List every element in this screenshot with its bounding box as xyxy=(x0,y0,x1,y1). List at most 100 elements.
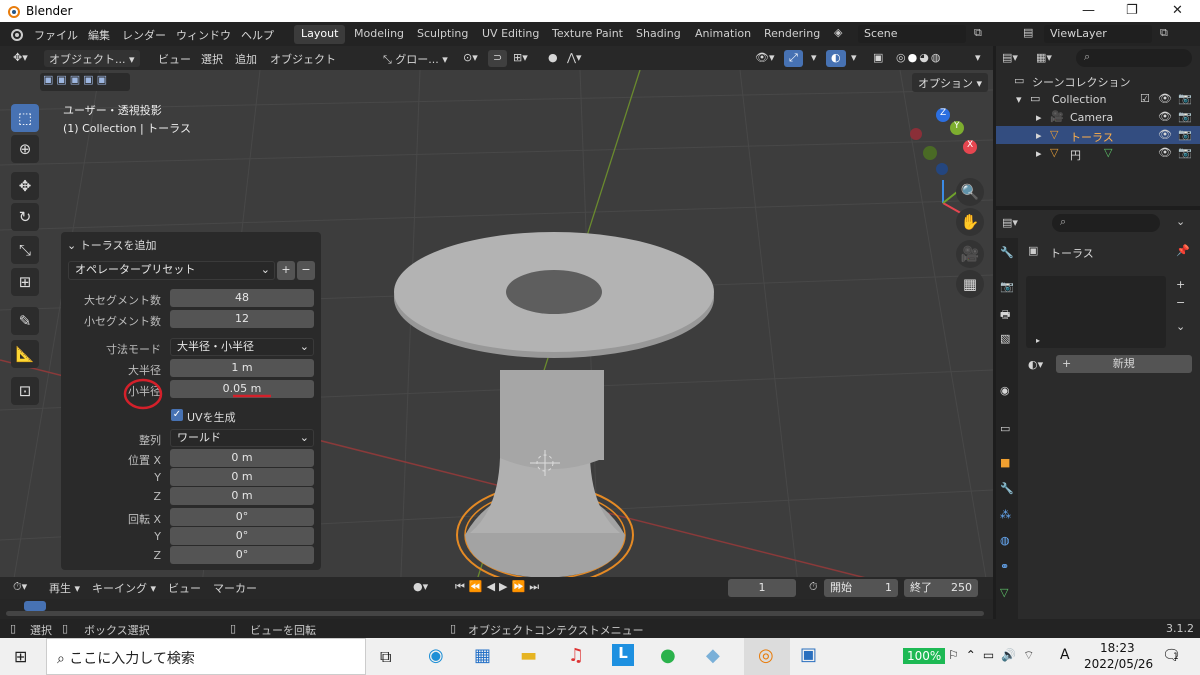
pin-icon[interactable]: 📌 xyxy=(1176,244,1190,257)
location-x-field[interactable]: 0 m xyxy=(170,449,314,467)
perspective-toggle-icon[interactable]: ▦ xyxy=(956,270,984,298)
render-tab-icon[interactable]: 📷 xyxy=(1000,280,1014,293)
world-tab-icon[interactable]: ◉ xyxy=(1000,384,1010,397)
eye-icon[interactable]: 👁 xyxy=(1158,92,1172,105)
start-frame-field[interactable]: 開始 1 xyxy=(824,579,898,597)
menu-help[interactable]: ヘルプ xyxy=(241,27,274,43)
store-icon[interactable]: ▦ xyxy=(474,645,491,666)
new-view-layer-icon[interactable]: ⧉ xyxy=(1160,26,1168,40)
timeline-editor-icon[interactable]: ⏱▾ xyxy=(8,579,32,596)
tab-animation[interactable]: Animation xyxy=(688,25,758,44)
outliner-editor-icon[interactable]: ▤▾ xyxy=(1002,51,1018,64)
select-mode-buttons[interactable]: ▣▣▣▣▣ xyxy=(40,73,130,91)
playback-menu[interactable]: 再生 ▾ xyxy=(44,579,85,596)
generate-uv-checkbox[interactable]: ✓ xyxy=(171,409,183,421)
itunes-icon[interactable]: ♫ xyxy=(568,645,584,666)
snap-target-icon[interactable]: ⊞▾ xyxy=(508,50,533,67)
eye-icon[interactable]: 👁 xyxy=(1158,146,1172,159)
task-view-icon[interactable]: ⧉ xyxy=(380,647,391,667)
minimize-button[interactable]: — xyxy=(1082,3,1095,18)
tray-icons[interactable]: ⚐⌃▭🔊⌔ xyxy=(948,648,1041,663)
rotation-z-field[interactable]: 0° xyxy=(170,546,314,564)
outliner-row-circle[interactable]: ▸ ▽ 円 ▽ 👁 📷 xyxy=(996,144,1200,162)
tab-layout[interactable]: Layout xyxy=(294,25,346,44)
camera-render-icon[interactable]: 📷 xyxy=(1178,92,1192,105)
close-button[interactable]: ✕ xyxy=(1172,3,1183,18)
camera-view-icon[interactable]: 🎥 xyxy=(956,240,984,268)
menu-view[interactable]: ビュー xyxy=(153,50,196,67)
transform-tool-icon[interactable]: ⊞ xyxy=(11,268,39,296)
blender-taskbar-button[interactable]: ◎ xyxy=(744,638,790,675)
proportional-edit-icon[interactable]: ● xyxy=(543,50,563,67)
tab-texture-paint[interactable]: Texture Paint xyxy=(545,25,630,44)
tab-shading[interactable]: Shading xyxy=(629,25,688,44)
edge-icon[interactable]: ◉ xyxy=(428,645,444,666)
outliner-row-collection[interactable]: ▾ ▭ Collection ☑ 👁 📷 xyxy=(996,90,1200,108)
display-mode-icon[interactable]: ▦▾ xyxy=(1036,51,1052,64)
snap-toggle-icon[interactable]: ⊃ xyxy=(488,50,508,67)
xray-icon[interactable]: ▣ xyxy=(868,50,888,67)
visibility-icon[interactable]: 👁▾ xyxy=(750,50,780,67)
location-y-field[interactable]: 0 m xyxy=(170,468,314,486)
dimension-mode-dropdown[interactable]: 大半径・小半径 ⌄ xyxy=(170,338,314,356)
new-scene-icon[interactable]: ⧉ xyxy=(974,26,982,40)
record-icon[interactable]: ●▾ xyxy=(408,579,433,596)
shading-dropdown-icon[interactable]: ▾ xyxy=(970,50,986,67)
scale-tool-icon[interactable]: ⤡ xyxy=(11,236,39,264)
menu-object[interactable]: オブジェクト xyxy=(265,50,341,67)
current-frame-field[interactable]: 1 xyxy=(728,579,796,597)
menu-render[interactable]: レンダー xyxy=(122,27,166,43)
expand-icon[interactable]: ▸ xyxy=(1036,111,1042,124)
camera-render-icon[interactable]: 📷 xyxy=(1178,110,1192,123)
outliner-search-input[interactable]: ⌕ xyxy=(1076,49,1192,67)
playhead[interactable] xyxy=(24,601,46,611)
panel-title[interactable]: ⌄ トーラスを追加 xyxy=(67,237,157,253)
overlay-dropdown-icon[interactable]: ▾ xyxy=(846,50,862,67)
expand-icon[interactable]: ▸ xyxy=(1036,129,1042,142)
marker-menu[interactable]: マーカー xyxy=(208,579,262,596)
camera-render-icon[interactable]: 📷 xyxy=(1178,146,1192,159)
scene-field[interactable]: Scene xyxy=(858,25,966,43)
tab-modeling[interactable]: Modeling xyxy=(347,25,411,44)
tab-uv-editing[interactable]: UV Editing xyxy=(475,25,546,44)
pan-hand-icon[interactable]: ✋ xyxy=(956,208,984,236)
move-tool-icon[interactable]: ✥ xyxy=(11,172,39,200)
physics-tab-icon[interactable]: ◍ xyxy=(1000,534,1010,547)
cursor-tool-icon[interactable]: ⊕ xyxy=(11,135,39,163)
properties-search-input[interactable]: ⌕ xyxy=(1052,214,1160,232)
menu-select[interactable]: 選択 xyxy=(196,50,228,67)
view-layer-field[interactable]: ViewLayer xyxy=(1044,25,1152,43)
slot-remove-icon[interactable]: − xyxy=(1176,296,1185,309)
operator-preset-dropdown[interactable]: オペレータープリセット ⌄ xyxy=(68,261,275,280)
new-material-button[interactable]: + 新規 xyxy=(1056,355,1192,373)
taskbar-search-input[interactable]: ⌕ ここに入力して検索 xyxy=(46,638,366,675)
menu-window[interactable]: ウィンドウ xyxy=(176,27,231,43)
editor-type-icon[interactable]: ✥▾ xyxy=(8,50,33,67)
shading-mode-icons[interactable]: ◎●◕◍ xyxy=(891,50,947,67)
tab-rendering[interactable]: Rendering xyxy=(757,25,827,44)
tool-tab-icon[interactable]: 🔧 xyxy=(1000,246,1014,259)
align-dropdown[interactable]: ワールド ⌄ xyxy=(170,429,314,447)
material-browse-icon[interactable]: ◐▾ xyxy=(1028,358,1043,371)
preset-add-button[interactable]: + xyxy=(277,261,295,280)
modifier-tab-icon[interactable]: 🔧 xyxy=(1000,482,1014,495)
launcher-l-icon[interactable]: L xyxy=(612,644,634,666)
outliner-row-torus[interactable]: ▸ ▽ トーラス 👁 📷 xyxy=(996,126,1200,144)
windows-start-icon[interactable]: ⊞ xyxy=(14,647,27,666)
gizmo-toggle-icon[interactable]: ⤢ xyxy=(784,50,803,67)
data-tab-icon[interactable]: ▽ xyxy=(1000,586,1008,599)
options-dropdown[interactable]: オプション ▾ xyxy=(912,73,989,92)
gizmo-dropdown-icon[interactable]: ▾ xyxy=(806,50,822,67)
preset-remove-button[interactable]: − xyxy=(297,261,315,280)
clock-date[interactable]: 2022/05/26 xyxy=(1084,657,1153,671)
overlay-toggle-icon[interactable]: ◐ xyxy=(826,50,846,67)
annotate-tool-icon[interactable]: ✎ xyxy=(11,307,39,335)
zoom-icon[interactable]: 🔍 xyxy=(956,178,984,206)
add-cube-tool-icon[interactable]: ⊡ xyxy=(11,377,39,405)
menu-edit[interactable]: 編集 xyxy=(88,27,110,43)
properties-options-icon[interactable]: ⌄ xyxy=(1176,215,1185,228)
pivot-icon[interactable]: ⊙▾ xyxy=(458,50,483,67)
material-slot-list[interactable] xyxy=(1026,276,1166,348)
explorer-icon[interactable]: ▬ xyxy=(520,645,537,666)
slot-specials-icon[interactable]: ⌄ xyxy=(1176,320,1185,333)
